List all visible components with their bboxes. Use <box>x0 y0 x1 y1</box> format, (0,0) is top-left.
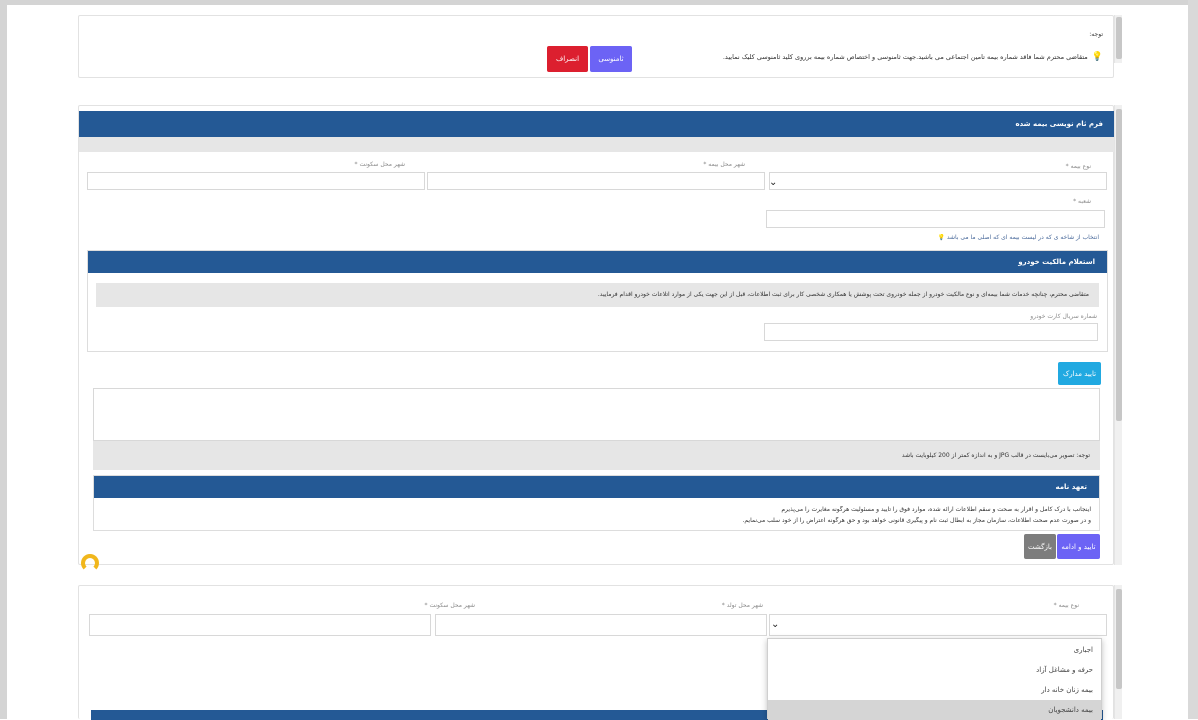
window-frame-left <box>0 0 7 719</box>
form-scrollbar[interactable] <box>1114 105 1122 565</box>
upload-note-box: توجه: تصویر می‌بایست در قالب JPG و به ان… <box>93 441 1100 470</box>
inquiry-message-box: متقاضی محترم، چنانچه خدمات شما بیمه‌ای و… <box>96 283 1099 307</box>
chevron-down-icon[interactable]: ⌄ <box>771 620 779 630</box>
form2-insurance-type-select[interactable] <box>769 614 1107 636</box>
upload-note: توجه: تصویر می‌بایست در قالب JPG و به ان… <box>901 452 1090 459</box>
insurance-type-select[interactable] <box>769 172 1107 190</box>
inquiry-message: متقاضی محترم، چنانچه خدمات شما بیمه‌ای و… <box>597 291 1089 298</box>
notarize-button[interactable]: ثامنوسی <box>590 46 632 72</box>
back-button[interactable]: بازگشت <box>1024 534 1056 559</box>
confirm-continue-button[interactable]: تایید و ادامه <box>1057 534 1100 559</box>
form-header: فرم ثام نویسی بیمه شده <box>79 111 1115 137</box>
city-input[interactable] <box>87 172 425 190</box>
province-select[interactable] <box>427 172 765 190</box>
help-message-row: 💡 متقاضی محترم شما فاقد شماره بیمه تامین… <box>723 52 1103 62</box>
branch-hint: انتخاب از شاخه ی که در لیست بیمه ای که ا… <box>937 234 1099 241</box>
help-box: توجه: 💡 متقاضی محترم شما فاقد شماره بیمه… <box>78 15 1114 78</box>
commitment-section: تعهد نامه اینجانب با درک کامل و اقرار به… <box>93 475 1100 531</box>
dropdown-option[interactable]: اجباری <box>768 640 1101 660</box>
inquiry-field-label: شماره سریال کارت خودرو <box>1030 313 1097 320</box>
form2-residence-city-input[interactable] <box>89 614 431 636</box>
inquiry-serial-input[interactable] <box>764 323 1098 341</box>
commitment-text-1: اینجانب با درک کامل و اقرار به صحت و سقم… <box>781 506 1091 513</box>
form2-residence-city-label: شهر محل سکونت * <box>424 602 475 609</box>
form2-birth-city-select[interactable] <box>435 614 767 636</box>
inquiry-header: استعلام مالکیت خودرو <box>88 251 1107 273</box>
form2-birth-city-label: شهر محل تولد * <box>721 602 763 609</box>
upload-area[interactable] <box>93 388 1100 441</box>
lightbulb-icon: 💡 <box>1091 52 1103 62</box>
help-message: متقاضی محترم شما فاقد شماره بیمه تامین ا… <box>722 53 1088 61</box>
branch-input[interactable] <box>766 210 1105 228</box>
dropdown-option[interactable]: حرفه و مشاغل آزاد <box>768 660 1101 680</box>
inquiry-section: استعلام مالکیت خودرو متقاضی محترم، چنانچ… <box>87 250 1108 352</box>
help-title: توجه: <box>1089 31 1103 38</box>
insurance-type-dropdown[interactable]: اجباری حرفه و مشاغل آزاد بیمه زنان خانه … <box>767 638 1102 720</box>
window-frame-right <box>1188 0 1198 719</box>
commitment-text-2: و در صورت عدم صحت اطلاعات، سازمان مجاز ب… <box>742 517 1092 524</box>
doc-verify-button[interactable]: تایید مدارک <box>1058 362 1101 385</box>
commitment-header: تعهد نامه <box>94 476 1099 498</box>
second-form-scrollbar[interactable] <box>1114 585 1122 719</box>
help-scrollbar[interactable] <box>1114 15 1122 63</box>
dropdown-option-selected[interactable]: بیمه دانشجویان <box>768 700 1101 720</box>
window-frame-top <box>0 0 1198 5</box>
city-label: شهر محل سکونت * <box>354 161 405 168</box>
province-label: شهر محل بیمه * <box>703 161 745 168</box>
hint-bulb-icon: 💡 <box>937 234 945 241</box>
chevron-down-icon[interactable]: ⌄ <box>769 178 777 188</box>
form-header-strip <box>79 137 1115 152</box>
insurance-type-label: نوع بیمه * <box>1065 163 1091 170</box>
enrollment-form: فرم ثام نویسی بیمه شده نوع بیمه * شهر مح… <box>78 105 1115 565</box>
branch-label: شعبه * <box>1073 198 1091 205</box>
form2-insurance-type-label: نوع بیمه * <box>1053 602 1079 609</box>
dropdown-option[interactable]: بیمه زنان خانه دار <box>768 680 1101 700</box>
loading-spinner-icon <box>81 554 99 572</box>
cancel-button[interactable]: انصراف <box>547 46 588 72</box>
